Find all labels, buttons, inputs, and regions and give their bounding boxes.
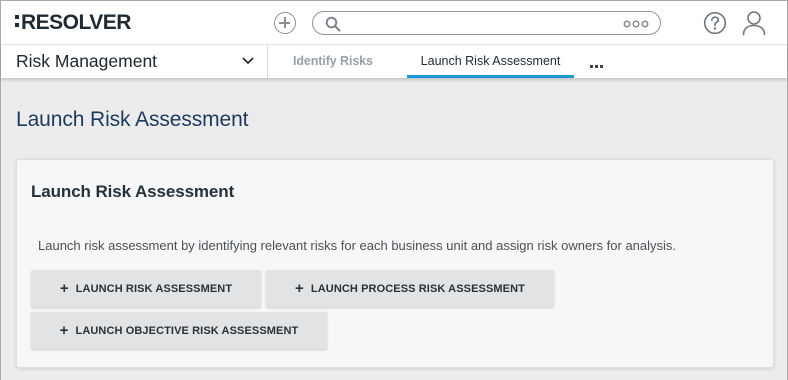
add-circle-icon[interactable] [274, 12, 296, 34]
search-input[interactable] [345, 14, 615, 32]
logo-colon-mark [15, 14, 19, 28]
launch-objective-risk-assessment-button[interactable]: + LAUNCH OBJECTIVE RISK ASSESSMENT [31, 312, 327, 349]
app-selector-label: Risk Management [16, 51, 158, 71]
plus-icon: + [295, 280, 304, 297]
tab-identify-risks[interactable]: Identify Risks [293, 45, 373, 78]
launch-card: Launch Risk Assessment Launch risk asses… [16, 159, 774, 368]
launch-process-risk-assessment-button[interactable]: + LAUNCH PROCESS RISK ASSESSMENT [266, 270, 554, 307]
launch-process-risk-assessment-label: LAUNCH PROCESS RISK ASSESSMENT [310, 283, 525, 295]
more-horizontal-icon[interactable] [623, 20, 649, 28]
resolver-logo[interactable]: RESOLVER [15, 12, 131, 34]
logo-text: RESOLVER [21, 11, 131, 34]
plus-icon: + [59, 322, 69, 339]
page-title: Launch Risk Assessment [16, 108, 249, 131]
card-title: Launch Risk Assessment [31, 182, 235, 201]
tab-launch-risk-assessment[interactable]: Launch Risk Assessment [407, 45, 574, 78]
help-icon[interactable] [703, 11, 727, 35]
plus-icon: + [59, 280, 69, 297]
page-content: Launch Risk Assessment Launch Risk Asses… [1, 78, 787, 380]
launch-risk-assessment-button[interactable]: + LAUNCH RISK ASSESSMENT [31, 270, 261, 307]
tab-identify-risks-label: Identify Risks [293, 54, 373, 68]
search-bar[interactable] [312, 11, 661, 35]
launch-risk-assessment-label: LAUNCH RISK ASSESSMENT [75, 283, 233, 295]
search-icon [325, 16, 341, 32]
app-selector-dropdown[interactable]: Risk Management [1, 45, 268, 78]
ellipsis-icon[interactable] [590, 53, 604, 71]
navigation-bar: Risk Management Identify Risks Launch Ri… [1, 45, 787, 78]
card-description: Launch risk assessment by identifying re… [38, 238, 677, 253]
tab-launch-risk-assessment-label: Launch Risk Assessment [420, 54, 561, 68]
user-icon[interactable] [742, 10, 766, 36]
chevron-down-icon [242, 57, 254, 64]
launch-objective-risk-assessment-label: LAUNCH OBJECTIVE RISK ASSESSMENT [75, 325, 299, 337]
top-header: RESOLVER [1, 1, 787, 45]
